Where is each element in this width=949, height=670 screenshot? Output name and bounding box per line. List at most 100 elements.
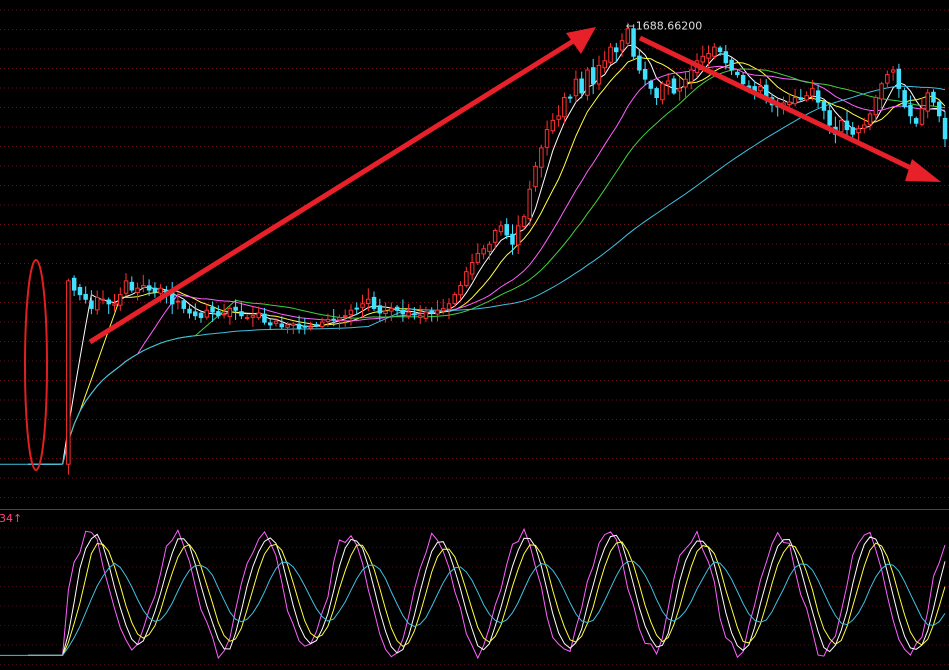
candle-body bbox=[175, 300, 181, 303]
candle-body bbox=[417, 315, 423, 318]
candle bbox=[354, 302, 359, 315]
candle bbox=[389, 302, 394, 321]
candle-body bbox=[475, 252, 481, 263]
candle-body bbox=[244, 317, 250, 320]
ma60-line bbox=[28, 85, 946, 465]
candle bbox=[170, 282, 175, 315]
candle-body bbox=[389, 307, 394, 312]
candle-body bbox=[193, 311, 198, 317]
candle-body bbox=[827, 110, 832, 126]
candle bbox=[729, 57, 734, 76]
candle-body bbox=[729, 59, 734, 71]
candle bbox=[469, 253, 475, 281]
candle-body bbox=[937, 101, 942, 117]
candle bbox=[596, 55, 602, 90]
candle-body bbox=[377, 305, 383, 314]
candle-body bbox=[435, 309, 440, 315]
candle bbox=[417, 305, 423, 324]
candle bbox=[331, 309, 336, 327]
candle bbox=[919, 97, 925, 127]
candle-body bbox=[383, 310, 388, 315]
candle-body bbox=[631, 28, 636, 57]
candle bbox=[204, 304, 210, 320]
candle bbox=[885, 70, 890, 88]
candle-body bbox=[700, 55, 705, 63]
candle bbox=[429, 307, 434, 322]
candle-body bbox=[469, 262, 475, 275]
candle-body bbox=[250, 315, 256, 318]
candle-body bbox=[239, 311, 244, 317]
candle-body bbox=[441, 307, 446, 312]
candle-body bbox=[429, 310, 434, 314]
candle bbox=[648, 79, 654, 95]
candle-body bbox=[614, 47, 619, 53]
candle-body bbox=[591, 67, 596, 85]
candle bbox=[268, 319, 273, 330]
candle-body bbox=[879, 83, 884, 100]
candle-body bbox=[129, 281, 135, 291]
candle-body bbox=[152, 287, 158, 293]
candle bbox=[654, 86, 659, 105]
up-arrow-icon: ↑ bbox=[13, 512, 22, 525]
candle bbox=[262, 307, 267, 325]
candle-body bbox=[221, 313, 227, 316]
candle-body bbox=[354, 307, 359, 310]
candle-body bbox=[296, 323, 302, 330]
candle-body bbox=[602, 60, 607, 69]
candle bbox=[475, 243, 481, 265]
candle bbox=[671, 75, 677, 95]
candle-body bbox=[325, 318, 331, 323]
candle-body bbox=[562, 97, 567, 118]
candle bbox=[619, 33, 625, 57]
candle bbox=[602, 50, 607, 73]
candle-body bbox=[862, 124, 867, 129]
candle bbox=[95, 290, 100, 315]
candle bbox=[879, 81, 884, 110]
candle-body bbox=[844, 120, 850, 131]
candle bbox=[135, 282, 140, 301]
ma5-line bbox=[28, 44, 946, 465]
peak-annotation: ← 1688.66200 bbox=[626, 19, 702, 32]
candle-body bbox=[550, 119, 556, 132]
candle bbox=[683, 72, 688, 98]
indicator-period-label: 34 bbox=[0, 512, 13, 525]
candle bbox=[210, 301, 215, 322]
candle-body bbox=[366, 298, 371, 305]
candle-body bbox=[637, 55, 642, 71]
candle-body bbox=[717, 47, 723, 53]
candle bbox=[291, 322, 296, 335]
candle-body bbox=[158, 287, 163, 294]
candle-body bbox=[319, 321, 325, 328]
candle-body bbox=[533, 165, 538, 188]
candle bbox=[792, 89, 798, 107]
candle-body bbox=[706, 53, 711, 59]
candle bbox=[573, 70, 579, 103]
red-arrow-down bbox=[905, 159, 941, 182]
candle-body bbox=[787, 101, 792, 105]
candle bbox=[665, 73, 671, 95]
candle-body bbox=[452, 294, 457, 304]
candle-body bbox=[198, 312, 204, 319]
candle-body bbox=[671, 78, 677, 94]
candle-body bbox=[504, 224, 509, 236]
uptrend-arrow-shaft bbox=[88, 37, 577, 345]
candle-body bbox=[665, 80, 671, 85]
candle bbox=[83, 286, 88, 304]
candle-body bbox=[302, 325, 308, 328]
candle-body bbox=[83, 293, 88, 300]
candlesticks bbox=[66, 22, 948, 475]
candle-body bbox=[654, 88, 659, 98]
candle-body bbox=[181, 300, 186, 309]
candle bbox=[608, 43, 613, 65]
candle-body bbox=[187, 308, 192, 314]
candle bbox=[591, 58, 596, 95]
candle-body bbox=[908, 104, 913, 117]
candle bbox=[423, 306, 429, 322]
candle bbox=[152, 282, 158, 298]
candle bbox=[913, 116, 919, 127]
candle bbox=[556, 105, 561, 127]
candle-body bbox=[371, 296, 377, 309]
candle-body bbox=[792, 97, 798, 105]
candle bbox=[804, 91, 809, 102]
candle bbox=[550, 113, 556, 134]
